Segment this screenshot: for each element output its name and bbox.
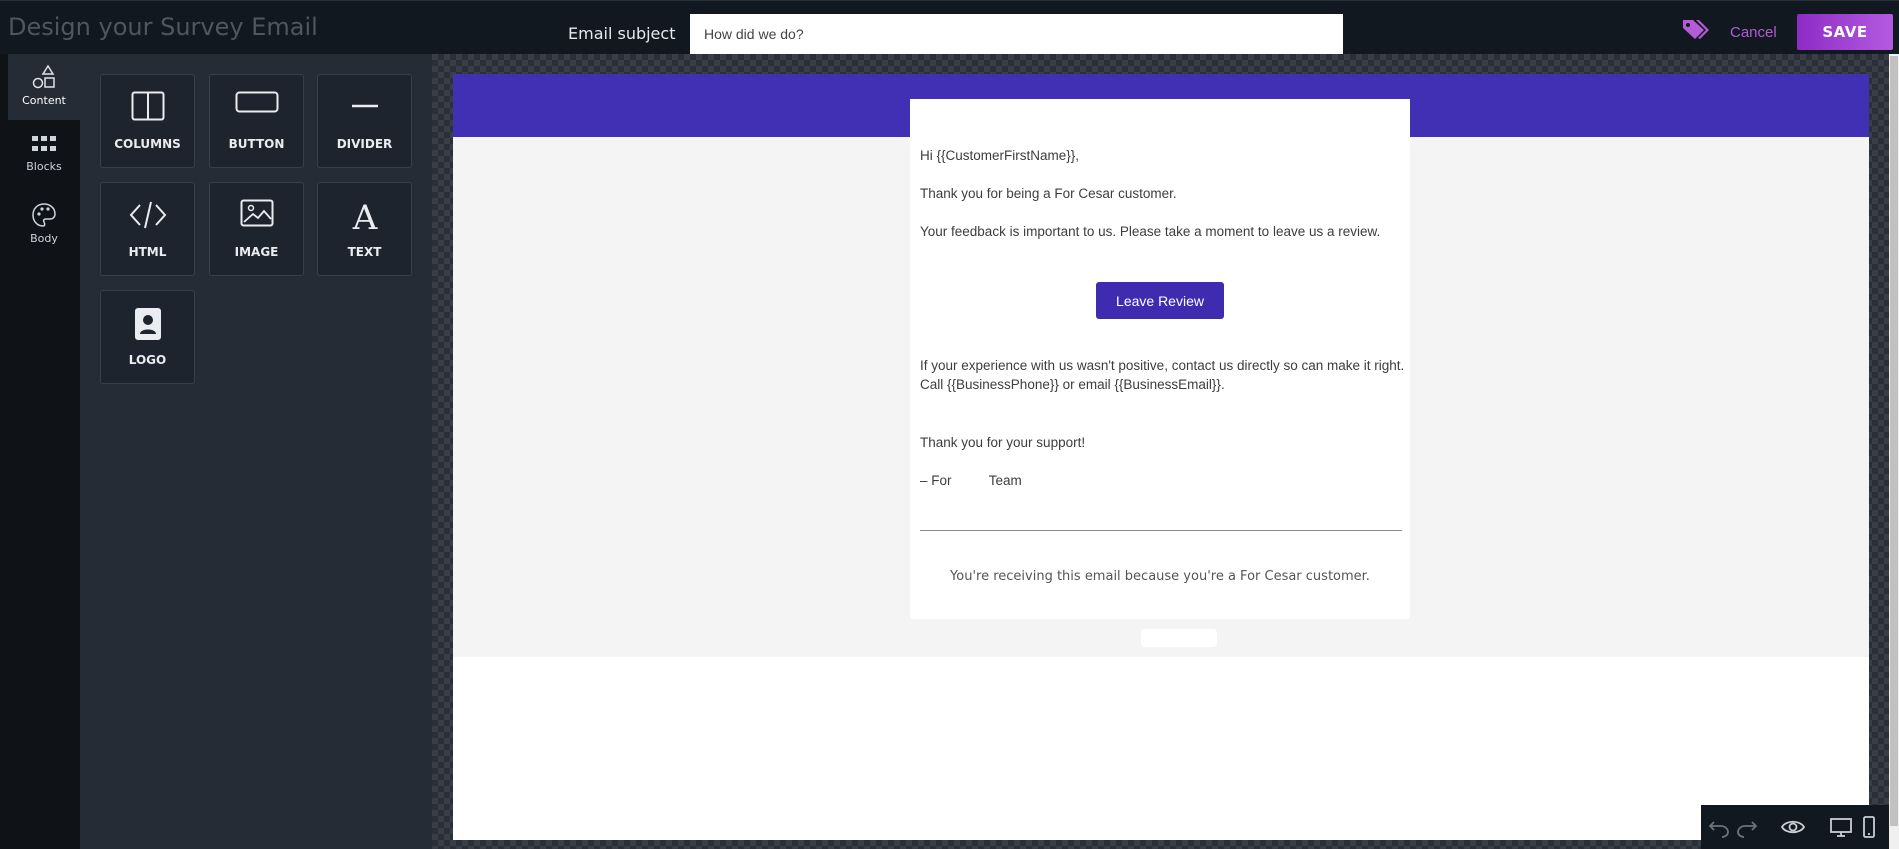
tool-columns[interactable]: COLUMNS [100, 74, 195, 168]
undo-icon[interactable] [1707, 815, 1731, 839]
canvas-scrollbar[interactable] [1889, 54, 1899, 849]
feedback-text[interactable]: Your feedback is important to us. Please… [920, 222, 1405, 241]
cancel-button[interactable]: Cancel [1730, 24, 1777, 41]
signoff-text[interactable]: – For Team [920, 471, 1405, 490]
top-bar: Design your Survey Email Email subject C… [0, 0, 1899, 54]
email-subject-label: Email subject [568, 24, 676, 43]
sidebar-item-label: Blocks [26, 160, 62, 173]
redo-icon[interactable] [1735, 815, 1759, 839]
footer-text[interactable]: You're receiving this email because you'… [910, 569, 1410, 584]
tool-label: IMAGE [234, 245, 279, 259]
leave-review-button[interactable]: Leave Review [1096, 282, 1224, 319]
email-divider[interactable] [920, 530, 1402, 531]
tags-icon[interactable] [1680, 16, 1712, 42]
tool-image[interactable]: IMAGE [209, 182, 304, 276]
contact-card-icon [134, 308, 161, 340]
preview-eye-icon[interactable] [1781, 815, 1805, 839]
columns-icon [131, 91, 164, 121]
tool-label: COLUMNS [114, 137, 181, 151]
tool-text[interactable]: A TEXT [317, 182, 412, 276]
text-icon: A [351, 199, 377, 235]
editor-canvas[interactable]: Hi {{CustomerFirstName}}, Thank you for … [432, 54, 1899, 849]
mobile-icon[interactable] [1857, 815, 1881, 839]
shapes-icon [32, 64, 55, 89]
sidebar-item-blocks[interactable]: Blocks [8, 124, 80, 190]
code-icon [129, 201, 166, 229]
tool-logo[interactable]: LOGO [100, 290, 195, 384]
bottom-toolbar [1701, 805, 1889, 849]
tool-html[interactable]: HTML [100, 182, 195, 276]
grid-icon [32, 136, 56, 151]
image-icon [240, 199, 273, 227]
greeting-text[interactable]: Hi {{CustomerFirstName}}, [920, 146, 1405, 165]
palette-icon [32, 203, 56, 227]
support-text[interactable]: Thank you for your support! [920, 433, 1405, 452]
tool-label: LOGO [128, 353, 167, 367]
tool-button[interactable]: BUTTON [209, 74, 304, 168]
sidebar: Content Blocks Body [0, 54, 80, 849]
page-title: Design your Survey Email [8, 13, 318, 41]
tool-divider[interactable]: DIVIDER [317, 74, 412, 168]
save-button[interactable]: SAVE [1797, 14, 1893, 50]
tool-label: TEXT [347, 245, 382, 259]
tool-label: BUTTON [228, 137, 285, 151]
tool-label: DIVIDER [336, 137, 393, 151]
thanks-text[interactable]: Thank you for being a For Cesar customer… [920, 184, 1405, 203]
button-icon [235, 91, 278, 113]
sidebar-item-content[interactable]: Content [8, 54, 80, 120]
desktop-icon[interactable] [1829, 815, 1853, 839]
email-content-card[interactable]: Hi {{CustomerFirstName}}, Thank you for … [910, 99, 1410, 619]
negative-experience-text[interactable]: If your experience with us wasn't positi… [920, 356, 1405, 394]
content-tools-panel: COLUMNS BUTTON DIVIDER HTML IMAGE A TEXT… [80, 54, 432, 849]
svg-text:A: A [351, 199, 377, 235]
divider-icon [351, 104, 378, 108]
email-preview[interactable]: Hi {{CustomerFirstName}}, Thank you for … [453, 74, 1869, 840]
tool-label: HTML [128, 245, 167, 259]
sidebar-item-body[interactable]: Body [8, 192, 80, 258]
sidebar-item-label: Body [30, 232, 58, 245]
email-subject-input[interactable] [690, 14, 1343, 54]
sidebar-item-label: Content [22, 94, 66, 107]
footer-badge [1141, 629, 1217, 647]
scrollbar-thumb[interactable] [1890, 56, 1898, 826]
